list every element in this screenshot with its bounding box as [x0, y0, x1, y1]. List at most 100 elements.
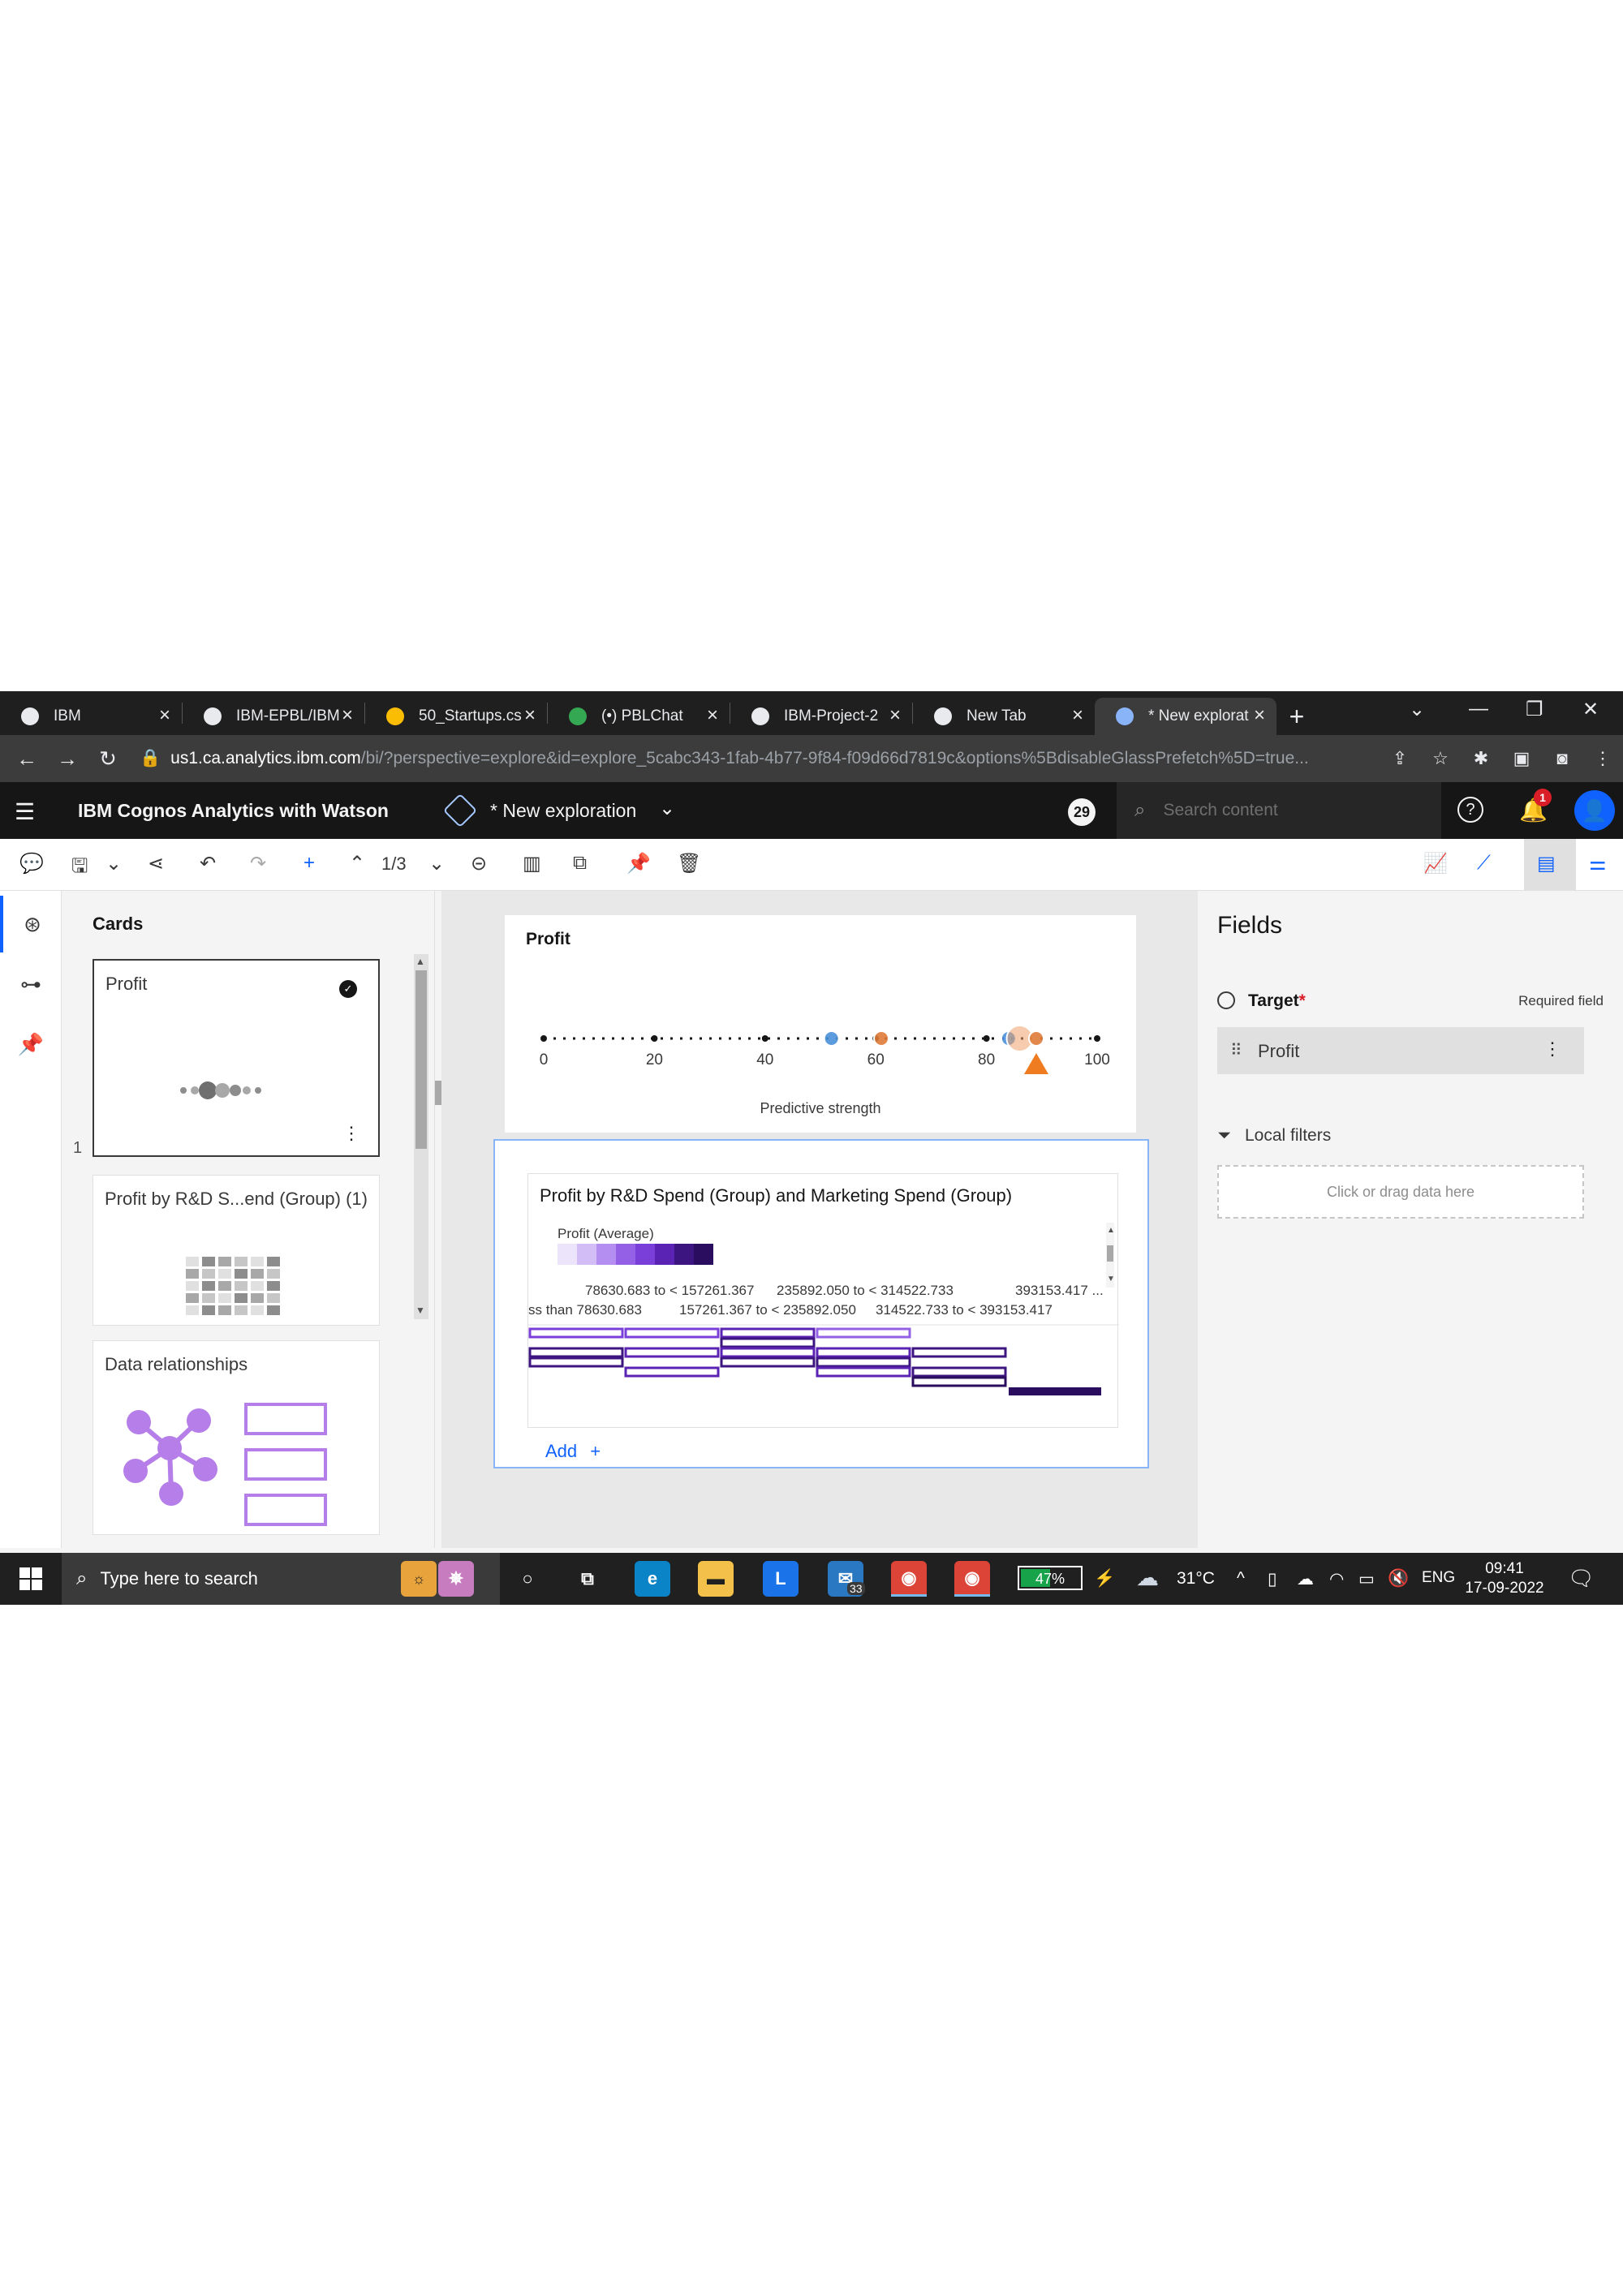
- file-explorer-icon[interactable]: ▬: [698, 1561, 734, 1597]
- drag-handle-icon[interactable]: ⠿: [1230, 1040, 1242, 1060]
- task-view-icon[interactable]: ⧉: [570, 1561, 605, 1597]
- close-tab-icon[interactable]: ×: [342, 704, 353, 727]
- undo-icon[interactable]: ↶: [200, 852, 216, 875]
- legend-swatch: [694, 1244, 713, 1265]
- pinned-icon[interactable]: 📌: [0, 1016, 62, 1073]
- add-button[interactable]: Add +: [545, 1441, 601, 1462]
- browser-tab[interactable]: IBM ×: [0, 698, 182, 735]
- thumbnail-cell: [267, 1269, 280, 1279]
- search-input[interactable]: [1163, 801, 1407, 820]
- bookmark-star-icon[interactable]: ☆: [1420, 748, 1461, 769]
- user-avatar-icon[interactable]: 👤: [1574, 790, 1615, 831]
- close-tab-icon[interactable]: ×: [1254, 704, 1265, 727]
- onedrive-icon[interactable]: ☁: [1297, 1569, 1314, 1589]
- legend-scrollbar[interactable]: ▲ ▼: [1103, 1223, 1117, 1288]
- close-tab-icon[interactable]: ×: [159, 704, 170, 727]
- exploration-name[interactable]: * New exploration: [490, 800, 636, 822]
- cortana-icon[interactable]: ○: [510, 1561, 545, 1597]
- browser-tab[interactable]: IBM-EPBL/IBM ×: [183, 698, 364, 735]
- field-menu-icon[interactable]: ⋮: [1543, 1038, 1561, 1060]
- forward-icon[interactable]: →: [47, 746, 88, 772]
- language-indicator[interactable]: ENG: [1422, 1569, 1455, 1587]
- battery-indicator[interactable]: 47%: [1018, 1566, 1083, 1590]
- browser-tab[interactable]: 50_Startups.cs ×: [365, 698, 547, 735]
- browser-tab[interactable]: * New explorat ×: [1095, 698, 1276, 735]
- close-tab-icon[interactable]: ×: [1072, 704, 1083, 727]
- clock[interactable]: 09:41 17-09-2022: [1464, 1559, 1545, 1598]
- close-tab-icon[interactable]: ×: [889, 704, 901, 727]
- delete-icon[interactable]: 🗑: [677, 852, 701, 875]
- predictive-strength-card[interactable]: Profit 0 20 40 60 80 100 Predictive strength: [505, 915, 1136, 1133]
- widget-ferris-icon[interactable]: ✵: [438, 1561, 474, 1597]
- close-tab-icon[interactable]: ×: [707, 704, 718, 727]
- extensions-icon[interactable]: ✱: [1461, 748, 1501, 769]
- settings-sliders-icon[interactable]: ⚌: [1589, 852, 1607, 875]
- scroll-up-icon[interactable]: ▲: [415, 956, 425, 967]
- chrome-icon[interactable]: ◉: [891, 1561, 927, 1597]
- browser-menu-icon[interactable]: ⋮: [1582, 748, 1623, 769]
- card-data-relationships[interactable]: Data relationships: [93, 1340, 380, 1535]
- comment-icon[interactable]: 💬: [19, 852, 44, 875]
- counter-badge[interactable]: 29: [1068, 798, 1096, 826]
- selected-visualization-card[interactable]: Profit by R&D Spend (Group) and Marketin…: [493, 1139, 1149, 1468]
- close-window-icon[interactable]: ✕: [1582, 698, 1599, 721]
- pin-icon[interactable]: 📌: [626, 852, 651, 875]
- share-network-icon[interactable]: ⋖: [148, 852, 164, 875]
- reload-icon[interactable]: ↻: [88, 746, 128, 772]
- share-icon[interactable]: ⇪: [1380, 748, 1420, 769]
- minimize-icon[interactable]: —: [1469, 698, 1488, 720]
- duplicate-icon[interactable]: ⧉: [573, 852, 587, 875]
- relationships-tree-icon[interactable]: ⊶: [0, 956, 62, 1013]
- card-profit-by-rd-spend[interactable]: Profit by R&D S...end (Group) (1): [93, 1175, 380, 1326]
- tray-device-icon[interactable]: ▯: [1268, 1569, 1277, 1589]
- add-icon[interactable]: +: [304, 852, 315, 875]
- help-icon[interactable]: ?: [1457, 797, 1483, 823]
- side-panel-icon[interactable]: ▣: [1501, 748, 1542, 769]
- visibility-icon[interactable]: ⊝: [471, 852, 487, 875]
- volume-muted-icon[interactable]: 🔇: [1388, 1569, 1409, 1589]
- launcher-l-icon[interactable]: L: [763, 1561, 799, 1597]
- heatmap-card[interactable]: Profit by R&D Spend (Group) and Marketin…: [527, 1173, 1119, 1428]
- url-field[interactable]: 🔒 us1.ca.analytics.ibm.com /bi/?perspect…: [140, 743, 1373, 774]
- fields-panel-icon[interactable]: ▤: [1537, 852, 1556, 875]
- browser-tab[interactable]: New Tab ×: [913, 698, 1095, 735]
- previous-card-icon[interactable]: ⌃: [349, 852, 365, 875]
- weather-temp[interactable]: 31°C: [1177, 1569, 1215, 1589]
- save-menu-chevron-icon[interactable]: ⌄: [105, 852, 122, 875]
- profile-icon[interactable]: ◙: [1542, 748, 1582, 769]
- explore-cards-icon[interactable]: ⊛: [0, 896, 62, 952]
- tick-label: 60: [867, 1051, 885, 1068]
- wifi-icon[interactable]: ◠: [1329, 1569, 1344, 1589]
- line-chart-icon[interactable]: 📈: [1423, 852, 1448, 875]
- restore-icon[interactable]: ❐: [1526, 698, 1543, 721]
- filter-drop-zone[interactable]: Click or drag data here: [1217, 1165, 1584, 1219]
- redo-icon[interactable]: ↷: [250, 852, 266, 875]
- tab-search-icon[interactable]: ⌄: [1409, 698, 1425, 721]
- cloud-sun-icon[interactable]: ☁: [1136, 1564, 1159, 1591]
- back-icon[interactable]: ←: [6, 746, 47, 772]
- scroll-thumb[interactable]: [415, 970, 427, 1149]
- panel-resize-handle[interactable]: [435, 1081, 441, 1105]
- chevron-down-icon[interactable]: ⌄: [659, 797, 675, 820]
- chrome-profile-icon[interactable]: ◉: [954, 1561, 990, 1597]
- cards-scrollbar[interactable]: ▲ ▼: [414, 954, 428, 1319]
- target-field-chip[interactable]: ⠿ Profit ⋮: [1217, 1027, 1584, 1074]
- save-icon[interactable]: 🖫: [71, 852, 88, 885]
- card-profit[interactable]: Profit ✓ ⋮: [93, 959, 380, 1157]
- hamburger-menu-icon[interactable]: ☰: [15, 798, 35, 825]
- close-tab-icon[interactable]: ×: [524, 704, 536, 727]
- edge-icon[interactable]: e: [635, 1561, 670, 1597]
- tray-chevron-icon[interactable]: ^: [1237, 1569, 1245, 1589]
- insights-chart-icon[interactable]: ⟋: [1477, 852, 1491, 875]
- notifications-center-icon[interactable]: 🗨: [1568, 1566, 1595, 1591]
- windows-start-icon[interactable]: [19, 1567, 42, 1590]
- next-card-chevron-icon[interactable]: ⌄: [428, 852, 445, 875]
- weather-widget-icon[interactable]: ☼: [401, 1561, 437, 1597]
- new-tab-button[interactable]: +: [1276, 698, 1317, 735]
- chart-type-icon[interactable]: ▥: [523, 852, 541, 875]
- scroll-down-icon[interactable]: ▼: [415, 1305, 425, 1316]
- browser-tab[interactable]: IBM-Project-2 ×: [730, 698, 912, 735]
- browser-tab[interactable]: (•) PBLChat ×: [548, 698, 730, 735]
- card-menu-icon[interactable]: ⋮: [342, 1123, 360, 1144]
- battery-tray-icon[interactable]: ▭: [1358, 1569, 1375, 1589]
